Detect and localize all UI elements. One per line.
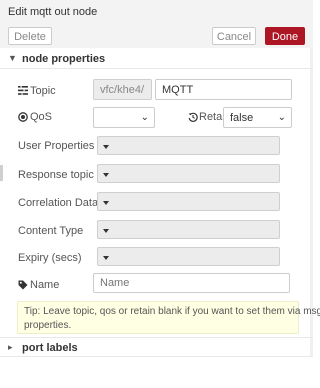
chevron-down-icon: ▼ bbox=[8, 53, 17, 63]
qos-label: QoS bbox=[30, 111, 53, 123]
caret-down-icon bbox=[103, 201, 109, 205]
chevron-down-icon: ⌄ bbox=[140, 112, 149, 123]
caret-down-icon bbox=[103, 229, 109, 233]
tip-text-line1: Tip: Leave topic, qos or retain blank if… bbox=[24, 306, 320, 317]
section-port-labels-label: port labels bbox=[22, 342, 78, 354]
response-topic-typed-input[interactable] bbox=[97, 164, 280, 183]
section-divider bbox=[0, 337, 313, 338]
tag-icon bbox=[18, 280, 28, 290]
topic-prefix-value: vfc/khe4/ bbox=[100, 84, 145, 96]
caret-down-icon bbox=[103, 256, 109, 260]
caret-down-icon bbox=[103, 173, 109, 177]
cancel-button[interactable]: Cancel bbox=[212, 27, 256, 45]
tip-box: Tip: Leave topic, qos or retain blank if… bbox=[17, 301, 320, 334]
dialog-title: Edit mqtt out node bbox=[8, 6, 98, 18]
topic-input-value: MQTT bbox=[162, 84, 194, 96]
name-label: Name bbox=[30, 279, 60, 291]
response-topic-label: Response topic bbox=[18, 169, 94, 181]
user-properties-typed-input[interactable] bbox=[97, 136, 280, 155]
done-button[interactable]: Done bbox=[265, 27, 305, 45]
resize-handle[interactable] bbox=[0, 165, 3, 181]
section-divider bbox=[0, 68, 313, 69]
tasks-icon bbox=[18, 86, 28, 95]
history-icon bbox=[188, 112, 198, 122]
delete-button[interactable]: Delete bbox=[8, 27, 52, 45]
section-node-properties-label: node properties bbox=[22, 53, 106, 65]
dot-circle-icon bbox=[18, 112, 28, 122]
chevron-down-icon: ⌄ bbox=[277, 112, 286, 123]
name-input[interactable] bbox=[93, 273, 290, 293]
content-type-label: Content Type bbox=[18, 225, 84, 237]
correlation-data-label: Correlation Data bbox=[18, 197, 99, 209]
correlation-data-typed-input[interactable] bbox=[97, 192, 280, 211]
dialog-titlebar: Edit mqtt out node bbox=[0, 0, 313, 25]
tip-text-line2: properties. bbox=[24, 320, 72, 331]
retain-select[interactable]: false ⌄ bbox=[223, 107, 292, 128]
dialog-toolbar: Delete Cancel Done bbox=[0, 24, 313, 48]
panel-empty-area bbox=[0, 357, 313, 388]
chevron-right-icon: ▸ bbox=[8, 342, 13, 352]
topic-input[interactable]: MQTT bbox=[155, 79, 292, 100]
topic-prefix-field: vfc/khe4/ bbox=[93, 79, 152, 100]
retain-select-value: false bbox=[230, 112, 254, 124]
section-port-labels[interactable]: ▸ port labels bbox=[0, 339, 313, 357]
caret-down-icon bbox=[103, 145, 109, 149]
content-type-typed-input[interactable] bbox=[97, 220, 280, 239]
topic-label: Topic bbox=[30, 85, 56, 97]
user-properties-label: User Properties bbox=[18, 140, 95, 152]
expiry-typed-input[interactable] bbox=[97, 247, 280, 266]
expiry-label: Expiry (secs) bbox=[18, 252, 82, 264]
section-node-properties[interactable]: ▼ node properties bbox=[0, 50, 313, 68]
qos-select[interactable]: ⌄ bbox=[93, 107, 155, 128]
